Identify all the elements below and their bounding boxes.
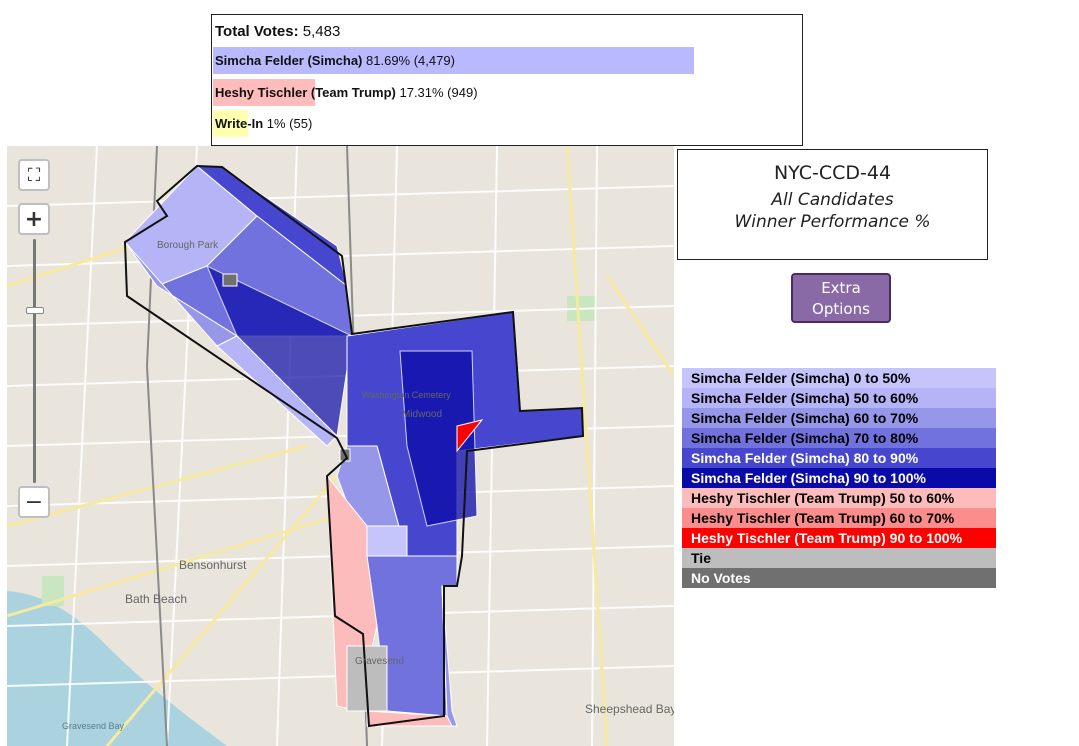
map-label-washington-cemetery: Washington Cemetery [362, 390, 451, 400]
zoom-in-button[interactable]: + [18, 203, 50, 235]
total-votes-value: 5,483 [302, 23, 341, 40]
legend-item: Heshy Tischler (Team Trump) 60 to 70% [682, 508, 996, 528]
zoom-out-button[interactable]: − [18, 486, 50, 518]
map-label-sheepshead-bay: Sheepshead Bay [585, 702, 674, 716]
fullscreen-button[interactable]: ⛶ [18, 159, 50, 191]
extra-options-button[interactable]: Extra Options [791, 273, 891, 323]
map-metric: Winner Performance % [734, 212, 931, 232]
map-label-gravesend: Gravesend [355, 656, 404, 667]
total-votes: Total Votes: 5,483 [215, 23, 340, 40]
legend-item: Simcha Felder (Simcha) 70 to 80% [682, 428, 996, 448]
legend-item: Tie [682, 548, 996, 568]
legend-item: Simcha Felder (Simcha) 90 to 100% [682, 468, 996, 488]
legend-item: Simcha Felder (Simcha) 80 to 90% [682, 448, 996, 468]
results-panel: Total Votes: 5,483 Simcha Felder (Simcha… [211, 14, 803, 146]
candidate-stats: 17.31% (949) [399, 85, 478, 100]
candidate-row-felder: Simcha Felder (Simcha) 81.69% (4,479) [213, 47, 802, 74]
candidate-name: Simcha Felder (Simcha) [215, 53, 363, 68]
map-label-bath-beach: Bath Beach [125, 592, 188, 606]
legend-item: Simcha Felder (Simcha) 50 to 60% [682, 388, 996, 408]
extra-options-label-2: Options [812, 300, 870, 318]
precinct-no-votes [222, 273, 238, 287]
zoom-slider-track[interactable] [33, 239, 36, 483]
map-legend: Simcha Felder (Simcha) 0 to 50% Simcha F… [682, 368, 996, 588]
district-map[interactable]: Borough Park Washington Cemetery Midwood… [7, 146, 674, 746]
candidate-row-tischler: Heshy Tischler (Team Trump) 17.31% (949) [213, 79, 802, 106]
total-votes-label: Total Votes: [215, 23, 299, 40]
map-label-bensonhurst: Bensonhurst [179, 558, 247, 572]
candidate-stats: 1% (55) [266, 116, 313, 131]
candidate-name: Heshy Tischler (Team Trump) [215, 85, 396, 100]
map-canvas[interactable] [7, 146, 674, 746]
map-label-midwood: Midwood [402, 409, 443, 420]
zoom-slider-handle[interactable] [26, 307, 44, 314]
candidate-row-write-in: Write-In 1% (55) [213, 110, 802, 137]
legend-item: Heshy Tischler (Team Trump) 50 to 60% [682, 488, 996, 508]
map-label-gravesend-bay: Gravesend Bay [62, 721, 125, 731]
extra-options-label-1: Extra [821, 279, 861, 297]
map-subtitle: All Candidates [771, 190, 894, 210]
map-label-borough-park: Borough Park [157, 240, 219, 251]
candidate-stats: 81.69% (4,479) [366, 53, 455, 68]
legend-item: Heshy Tischler (Team Trump) 90 to 100% [682, 528, 996, 548]
legend-item: Simcha Felder (Simcha) 0 to 50% [682, 368, 996, 388]
district-name: NYC-CCD-44 [773, 162, 892, 184]
legend-item: No Votes [682, 568, 996, 588]
precinct [366, 525, 408, 557]
legend-item: Simcha Felder (Simcha) 60 to 70% [682, 408, 996, 428]
candidate-name: Write-In [215, 116, 264, 131]
fullscreen-icon: ⛶ [27, 164, 41, 186]
map-title-box: NYC-CCD-44 All Candidates Winner Perform… [677, 149, 988, 260]
